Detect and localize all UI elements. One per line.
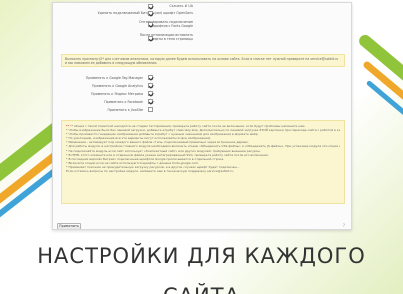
pixel-label: Применять к Facebook — [104, 100, 143, 104]
pixel-label: Применять к Google Analytics — [92, 84, 143, 88]
pixel-checkbox[interactable] — [148, 99, 153, 104]
pixel-label: Применять к JivoSite — [107, 108, 143, 112]
pixel-checkbox[interactable] — [148, 91, 153, 96]
pixel-label: Применять к Google Tag Manager — [85, 76, 143, 80]
pixel-label: Применять к Яндекс Метрика — [91, 92, 143, 96]
setting-label: Удалить подключаемый Битрикс(ом) шрифт O… — [97, 11, 193, 15]
pixel-checkbox[interactable] — [148, 83, 153, 88]
info-text: Выносить просмотр JS* для счетчиков анал… — [65, 57, 339, 65]
apply-button[interactable]: Применить — [57, 223, 81, 229]
setting-checkbox[interactable] — [148, 22, 153, 27]
pixel-checkbox[interactable] — [148, 107, 153, 112]
setting-label: После оптимизации вставлять шрифты в тел… — [139, 33, 193, 41]
setting-checkbox[interactable] — [148, 36, 153, 41]
page-headline: НАСТРОЙКИ ДЛЯ КАЖДОГО САЙТА — [37, 244, 366, 294]
setting-label: Скачать # UA — [169, 4, 193, 8]
setting-checkbox[interactable] — [148, 11, 153, 16]
pixel-checkbox[interactable] — [148, 75, 153, 80]
setting-checkbox[interactable] — [148, 4, 153, 9]
settings-panel: Скачать # UA Удалить подключаемый Битрик… — [52, 2, 352, 230]
setting-label: Оптимизировать подключение шрифтов с Fon… — [139, 20, 193, 28]
note-line: Если остались вопросы по настройке модул… — [66, 169, 234, 174]
notes-box: ** ** Опция с такой пометкой находится н… — [61, 120, 345, 204]
help-icon[interactable]: ? — [343, 223, 345, 228]
note-line: * Для работы модуля, в настройках главно… — [66, 144, 340, 149]
info-notice: Выносить просмотр JS* для счетчиков анал… — [61, 54, 345, 67]
